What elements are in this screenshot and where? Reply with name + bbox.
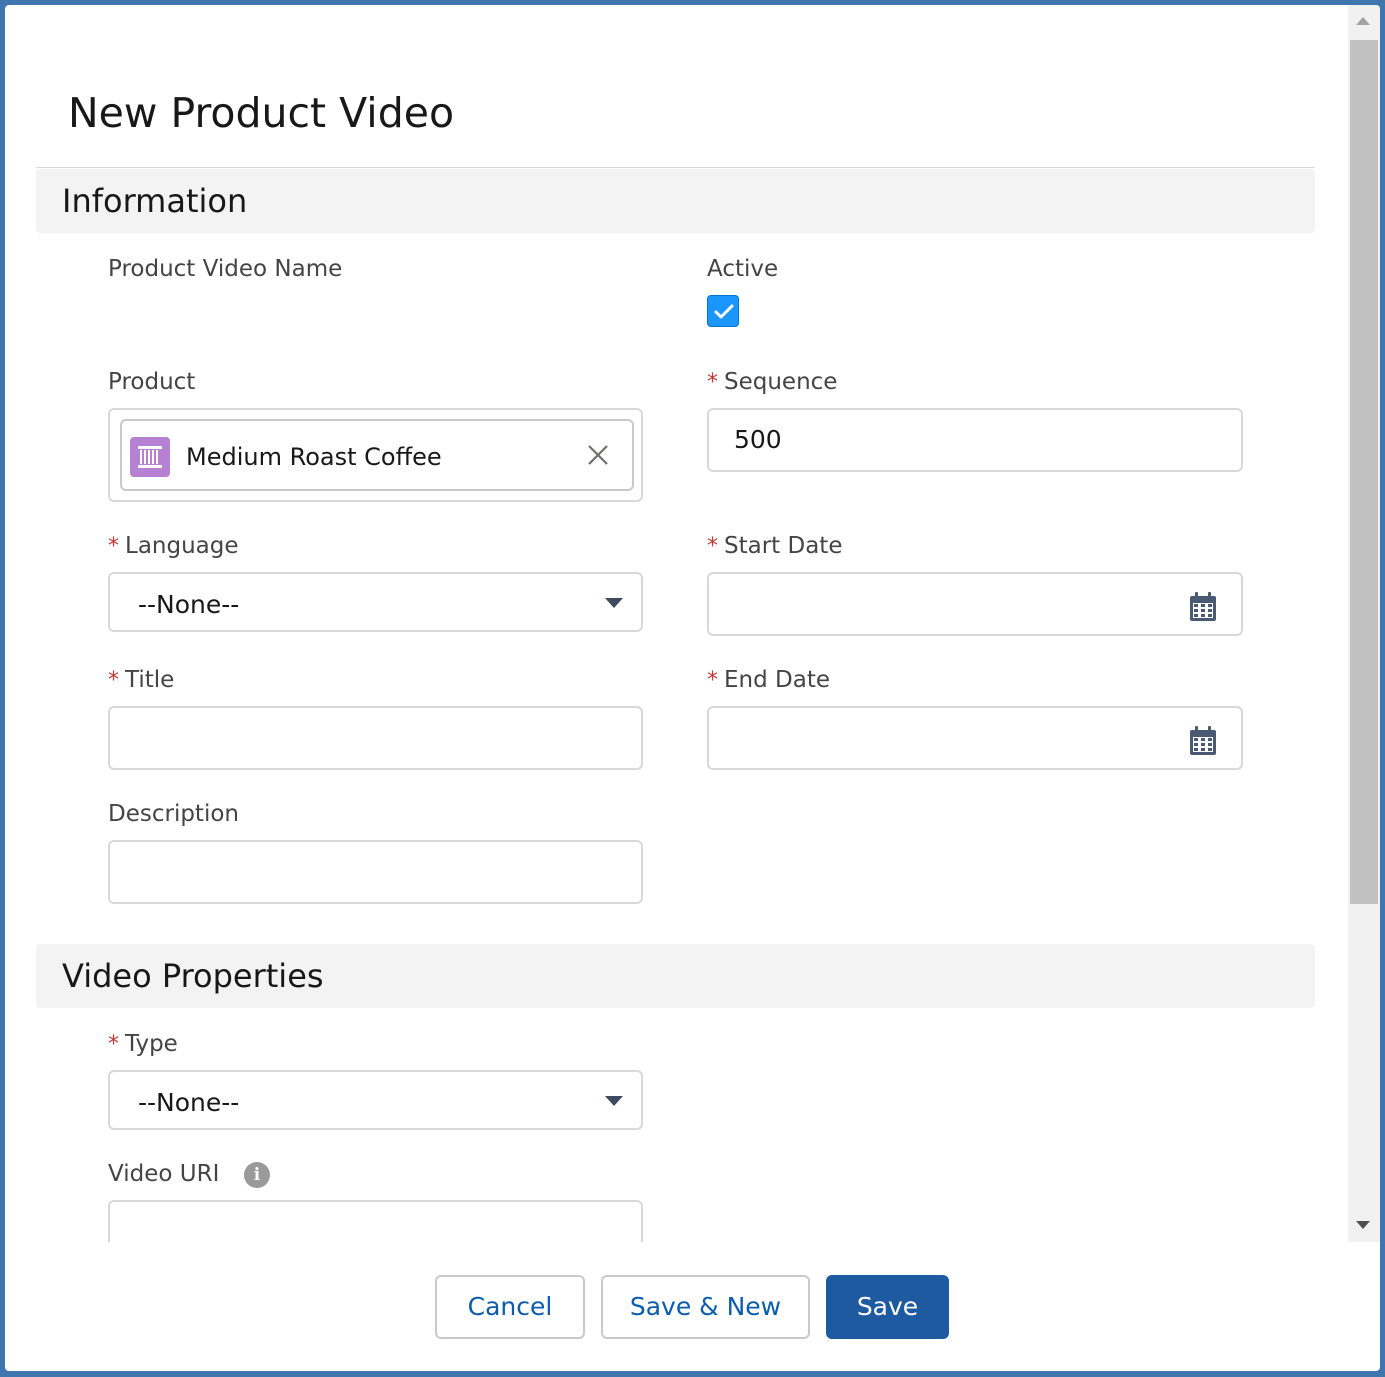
title-label: * Title [108,667,174,693]
calendar-icon[interactable] [1189,726,1217,756]
end-date-input[interactable] [707,706,1243,770]
required-indicator: * [108,668,119,693]
type-value: --None-- [138,1088,240,1117]
title-input[interactable] [108,706,643,770]
check-icon [714,304,734,319]
active-label: Active [707,256,779,282]
product-video-name-label: Product Video Name [108,256,343,282]
required-indicator: * [707,370,718,395]
required-indicator: * [108,1032,119,1057]
section-video-properties[interactable]: Video Properties [36,944,1315,1008]
calendar-icon[interactable] [1189,592,1217,622]
info-icon[interactable]: i [244,1162,270,1188]
active-checkbox[interactable] [707,295,739,327]
scroll-up-arrow-icon[interactable] [1356,17,1370,25]
product-lookup[interactable]: Medium Roast Coffee [108,408,643,502]
description-label: Description [108,801,239,827]
product-icon [130,437,170,477]
required-indicator: * [707,668,718,693]
save-button[interactable]: Save [826,1275,949,1339]
product-pill[interactable]: Medium Roast Coffee [120,419,634,491]
section-information-label: Information [62,182,248,220]
end-date-label: * End Date [707,667,830,693]
sequence-input[interactable]: 500 [707,408,1243,472]
video-uri-label: Video URI [108,1161,220,1187]
scrollbar-thumb[interactable] [1350,40,1378,904]
start-date-label-text: Start Date [724,533,843,559]
language-label-text: Language [125,533,239,559]
scroll-down-arrow-icon[interactable] [1356,1221,1370,1229]
sequence-value: 500 [734,425,782,454]
end-date-label-text: End Date [724,667,830,693]
type-label: * Type [108,1031,178,1057]
section-video-properties-label: Video Properties [62,957,324,995]
language-select[interactable]: --None-- [108,572,643,632]
new-product-video-modal: New Product Video Information Product Vi… [5,5,1380,1371]
sequence-label: * Sequence [707,369,837,395]
type-label-text: Type [125,1031,178,1057]
cancel-button[interactable]: Cancel [435,1275,585,1339]
product-value: Medium Roast Coffee [186,443,442,471]
title-divider [36,167,1315,168]
sequence-label-text: Sequence [724,369,838,395]
type-select[interactable]: --None-- [108,1070,643,1130]
required-indicator: * [108,534,119,559]
start-date-label: * Start Date [707,533,842,559]
modal-title: New Product Video [68,89,455,137]
language-value: --None-- [138,590,240,619]
description-input[interactable] [108,840,643,904]
chevron-down-icon [605,598,623,608]
chevron-down-icon [605,1096,623,1106]
required-indicator: * [707,534,718,559]
product-label: Product [108,369,196,395]
start-date-input[interactable] [707,572,1243,636]
close-icon[interactable] [586,443,610,467]
section-information[interactable]: Information [36,169,1315,233]
title-label-text: Title [125,667,175,693]
language-label: * Language [108,533,239,559]
save-and-new-button[interactable]: Save & New [601,1275,810,1339]
